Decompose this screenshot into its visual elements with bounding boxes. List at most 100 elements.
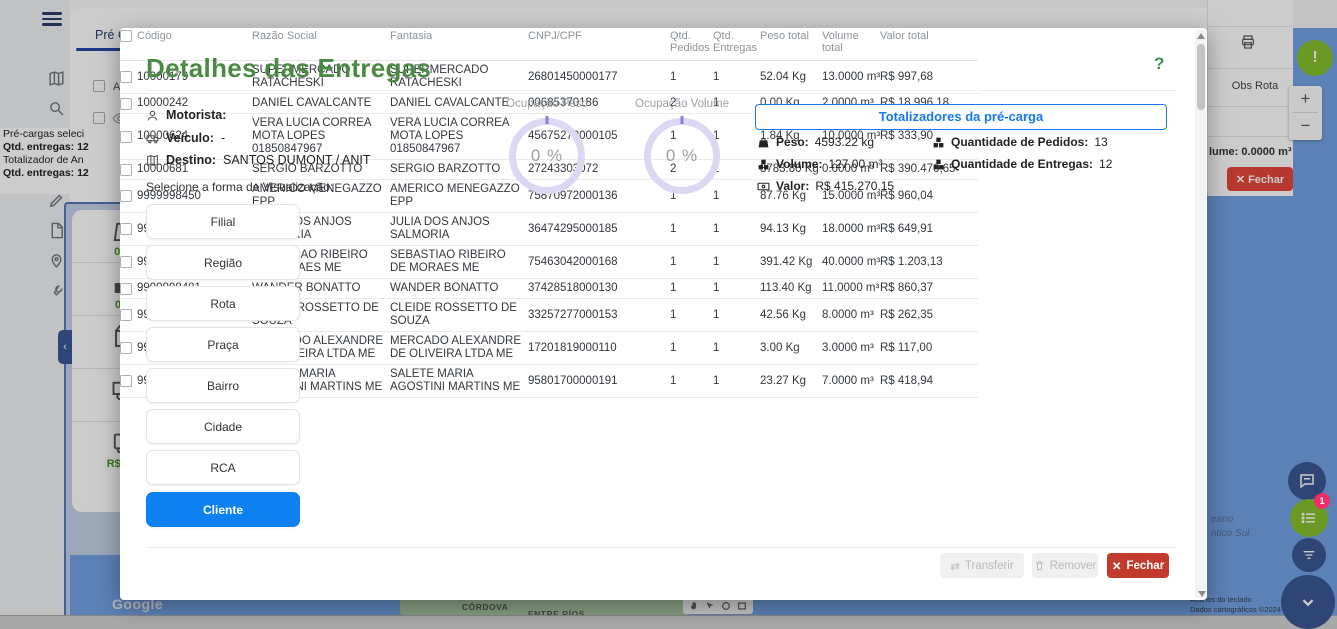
cell-qtd-pedidos: 1 [670,332,713,365]
motorista-label: Motorista: [166,108,226,122]
transfer-icon: ⇄ [950,559,960,573]
weight-bag-icon [757,136,770,149]
scrollbar-up-arrow[interactable] [1197,33,1205,39]
cell-cnpj-cpf: 95801700000191 [528,365,670,398]
banknote-icon [757,180,770,193]
close-icon: ✕ [1112,559,1122,573]
veiculo-label: Veículo: [166,131,214,145]
cell-volume-total: 18.0000 m³ [822,213,880,246]
blocks-icon [932,158,945,171]
view-button[interactable]: Região [146,245,300,280]
vehicle-icon [146,132,159,145]
remover-button[interactable]: Remover [1032,553,1098,578]
view-button-cliente-active[interactable]: Cliente [146,492,300,527]
view-button[interactable]: Cidade [146,409,300,444]
cell-peso-total: 391.42 Kg [760,246,822,279]
veiculo-value: - [221,131,225,145]
transferir-label: Transferir [965,560,1014,572]
destination-map-icon [146,154,159,167]
header-cnpj-cpf: CNPJ/CPF [528,28,670,61]
row-checkbox[interactable] [120,71,132,83]
cell-qtd-entregas: 1 [713,299,760,332]
transferir-button[interactable]: ⇄ Transferir [940,553,1024,578]
total-valor: Valor: R$ 415.270,15 [757,179,894,193]
view-button[interactable]: Praça [146,327,300,362]
select-all-checkbox[interactable] [120,30,132,42]
total-volume-value: 127.00 m³ [828,157,882,171]
gauge-volume-ring: 0 % [644,118,720,194]
header-divider [146,90,1176,91]
cell-qtd-entregas: 1 [713,365,760,398]
row-checkbox[interactable] [120,98,132,110]
row-checkbox[interactable] [120,375,132,387]
cell-qtd-pedidos: 1 [670,279,713,299]
help-icon[interactable]: ? [1154,54,1164,74]
cell-qtd-entregas: 1 [713,61,760,94]
veiculo-row: Veículo: - [146,131,225,145]
person-icon [146,109,159,122]
scrollbar-thumb[interactable] [1197,44,1205,110]
totalizers-title-box: Totalizadores da pré-carga [755,104,1167,130]
cell-valor-total: R$ 860,37 [880,279,978,299]
footer-divider [146,547,1176,548]
cell-volume-total: 13.0000 m³ [822,61,880,94]
gauge-peso-label: Ocupação Peso [487,98,607,110]
cell-cnpj-cpf: 37428518000130 [528,279,670,299]
cell-peso-total: 52.04 Kg [760,61,822,94]
gauge-volume-label: Ocupação Volume [622,98,742,110]
cell-cnpj-cpf: 36474295000185 [528,213,670,246]
cell-fantasia: SALETE MARIA AGOSTINI MARTINS ME [390,365,528,398]
cell-valor-total: R$ 117,00 [880,332,978,365]
cell-volume-total: 8.0000 m³ [822,299,880,332]
blocks-icon [757,158,770,171]
cell-fantasia: MERCADO ALEXANDRE DE OLIVEIRA LTDA ME [390,332,528,365]
cell-valor-total: R$ 649,91 [880,213,978,246]
row-checkbox[interactable] [120,223,132,235]
view-button[interactable]: RCA [146,450,300,485]
fechar-button[interactable]: ✕ Fechar [1107,553,1169,578]
row-checkbox[interactable] [120,309,132,321]
select-view-label: Selecione a forma de Visualização: [146,180,333,194]
cell-qtd-entregas: 1 [713,279,760,299]
total-peso-value: 4593.22 kg [815,135,874,149]
trash-icon [1034,560,1045,571]
cell-valor-total: R$ 418,94 [880,365,978,398]
scrollbar-down-arrow[interactable] [1198,588,1206,600]
cell-peso-total: 94.13 Kg [760,213,822,246]
notification-badge: 1 [1314,493,1330,509]
blocks-icon [932,136,945,149]
cell-fantasia: CLEIDE ROSSETTO DE SOUZA [390,299,528,332]
fechar-label: Fechar [1126,560,1164,572]
gauge-volume: Ocupação Volume 0 % [622,98,742,194]
modal-scrollbar[interactable] [1195,30,1206,598]
total-peso-label: Peso: [776,135,809,149]
view-button[interactable]: Filial [146,204,300,239]
view-buttons: Filial Região Rota Praça Bairro Cidade RCA [146,204,300,485]
total-valor-value: R$ 415.270,15 [815,179,894,193]
cell-qtd-pedidos: 1 [670,213,713,246]
view-button[interactable]: Bairro [146,368,300,403]
motorista-row: Motorista: [146,108,226,122]
view-button[interactable]: Rota [146,286,300,321]
cell-volume-total: 40.0000 m³ [822,246,880,279]
total-pedidos-value: 13 [1094,135,1107,149]
cell-fantasia: SEBASTIAO RIBEIRO DE MORAES ME [390,246,528,279]
cell-qtd-pedidos: 1 [670,365,713,398]
cell-peso-total: 42.56 Kg [760,299,822,332]
cell-valor-total: R$ 997,68 [880,61,978,94]
total-entregas-label: Quantidade de Entregas: [951,157,1093,171]
cell-volume-total: 3.0000 m³ [822,332,880,365]
row-checkbox[interactable] [120,256,132,268]
cell-valor-total: R$ 1.203,13 [880,246,978,279]
row-checkbox[interactable] [120,342,132,354]
row-checkbox[interactable] [120,190,132,202]
cell-cnpj-cpf: 75463042000168 [528,246,670,279]
row-checkbox[interactable] [120,131,132,143]
cell-volume-total: 11.0000 m³ [822,279,880,299]
cell-valor-total: R$ 960,04 [880,180,978,213]
detalhes-entregas-modal: Detalhes das Entregas ? Motorista: Veícu… [120,28,1207,600]
cell-qtd-entregas: 1 [713,246,760,279]
row-checkbox[interactable] [120,283,132,295]
header-peso-total: Peso total [760,28,822,61]
row-checkbox[interactable] [120,164,132,176]
